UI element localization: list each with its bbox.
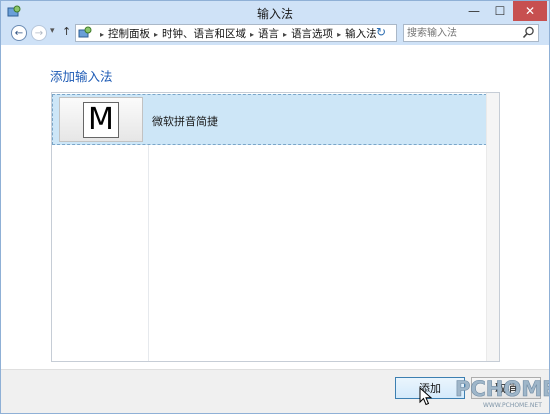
breadcrumb-separator[interactable]: ▸ — [250, 30, 254, 39]
search-box[interactable] — [403, 24, 539, 42]
list-item[interactable]: M 微软拼音简捷 — [52, 94, 487, 145]
watermark-brand: PCHOME — [455, 377, 549, 401]
breadcrumb: ▸ 控制面板 ▸ 时钟、语言和区域 ▸ 语言 ▸ 语言选项 ▸ 输入法 — [96, 26, 377, 41]
vertical-scrollbar[interactable] — [486, 93, 499, 361]
recent-locations-dropdown[interactable]: ▾ — [50, 26, 55, 36]
back-button[interactable]: ← — [11, 25, 27, 41]
pchome-watermark-logo: PCHOME WWW.PCHOME.NET — [455, 377, 549, 409]
input-method-list[interactable]: M 微软拼音简捷 — [51, 92, 500, 362]
list-item-label: 微软拼音简捷 — [152, 115, 218, 128]
watermark-url: WWW.PCHOME.NET — [483, 402, 542, 409]
up-button[interactable]: ↑ — [62, 25, 71, 38]
address-dropdown-button[interactable]: ⌄ — [358, 26, 366, 36]
navigation-bar: ← → ▾ ↑ ▸ 控制面板 ▸ 时钟、语言和区域 ▸ 语言 ▸ 语言选项 ▸ 输入法 ⌄ ↻ — [1, 23, 549, 45]
page-title: 添加输入法 — [50, 69, 113, 84]
input-method-window: 输入法 — ☐ ✕ ← → ▾ ↑ ▸ 控制面板 ▸ 时钟、语言和区域 ▸ 语言 ▸ 语言选项… — [0, 0, 550, 414]
breadcrumb-separator[interactable]: ▸ — [283, 30, 287, 39]
control-panel-icon — [78, 26, 92, 38]
ime-thumbnail: M — [59, 97, 143, 142]
search-icon[interactable] — [522, 26, 535, 39]
column-divider — [148, 145, 149, 361]
search-input[interactable] — [407, 26, 517, 41]
forward-button[interactable]: → — [31, 25, 47, 41]
minimize-button[interactable]: — — [461, 1, 487, 21]
close-button[interactable]: ✕ — [513, 1, 547, 21]
refresh-button[interactable]: ↻ — [376, 25, 386, 39]
title-bar: 输入法 — ☐ ✕ — [1, 1, 549, 23]
maximize-button[interactable]: ☐ — [487, 1, 513, 21]
breadcrumb-separator[interactable]: ▸ — [100, 30, 104, 39]
address-bar[interactable]: ▸ 控制面板 ▸ 时钟、语言和区域 ▸ 语言 ▸ 语言选项 ▸ 输入法 ⌄ ↻ — [75, 24, 397, 42]
breadcrumb-item[interactable]: 控制面板 — [108, 28, 150, 40]
breadcrumb-item[interactable]: 语言选项 — [291, 28, 333, 40]
breadcrumb-item[interactable]: 时钟、语言和区域 — [162, 28, 246, 40]
breadcrumb-item[interactable]: 语言 — [258, 28, 279, 40]
mouse-pointer-icon — [419, 387, 433, 406]
breadcrumb-separator[interactable]: ▸ — [337, 30, 341, 39]
breadcrumb-separator[interactable]: ▸ — [154, 30, 158, 39]
microsoft-pinyin-icon: M — [83, 101, 119, 138]
